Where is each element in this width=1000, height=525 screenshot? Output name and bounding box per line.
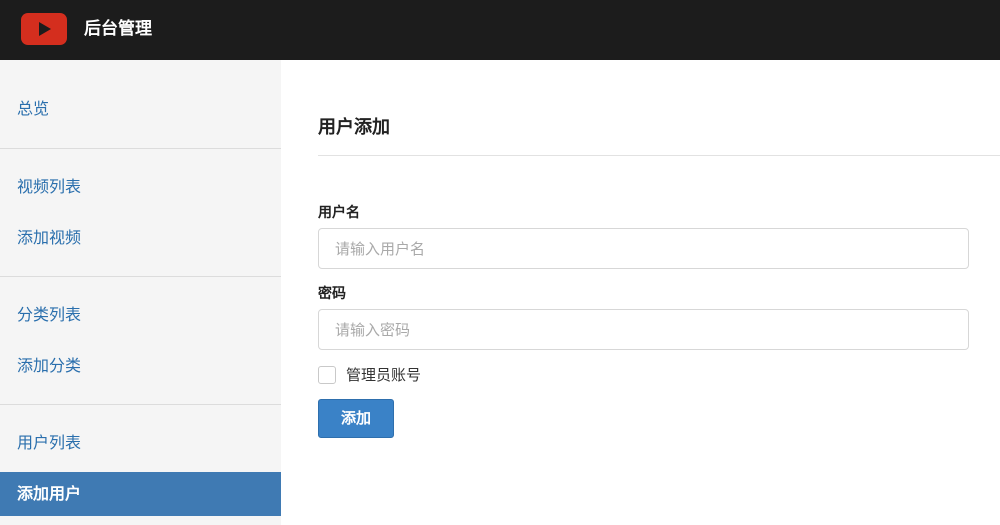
add-user-button[interactable]: 添加 [318, 399, 394, 438]
sidebar-item-category-list[interactable]: 分类列表 [0, 293, 281, 337]
sidebar: 总览 视频列表 添加视频 分类列表 添加分类 用户列表 添加用户 [0, 60, 281, 525]
username-label: 用户名 [318, 205, 360, 221]
password-label: 密码 [318, 286, 346, 302]
top-bar: 后台管理 [0, 0, 1000, 60]
sidebar-item-video-list[interactable]: 视频列表 [0, 165, 281, 209]
title-divider [318, 155, 1000, 156]
sidebar-item-add-user[interactable]: 添加用户 [0, 472, 281, 516]
sidebar-divider [0, 404, 281, 405]
username-input[interactable] [318, 228, 969, 269]
admin-checkbox[interactable] [318, 366, 336, 384]
main-content: 用户添加 用户名 密码 管理员账号 添加 [281, 60, 1000, 525]
password-input[interactable] [318, 309, 969, 350]
page-title: 用户添加 [318, 117, 390, 138]
app-title[interactable]: 后台管理 [84, 16, 152, 42]
youtube-play-icon[interactable] [21, 13, 67, 45]
sidebar-divider [0, 276, 281, 277]
admin-checkbox-label[interactable]: 管理员账号 [346, 364, 421, 386]
sidebar-divider [0, 148, 281, 149]
sidebar-item-add-video[interactable]: 添加视频 [0, 216, 281, 260]
sidebar-item-add-category[interactable]: 添加分类 [0, 344, 281, 388]
sidebar-item-user-list[interactable]: 用户列表 [0, 421, 281, 465]
sidebar-item-overview[interactable]: 总览 [0, 87, 281, 131]
